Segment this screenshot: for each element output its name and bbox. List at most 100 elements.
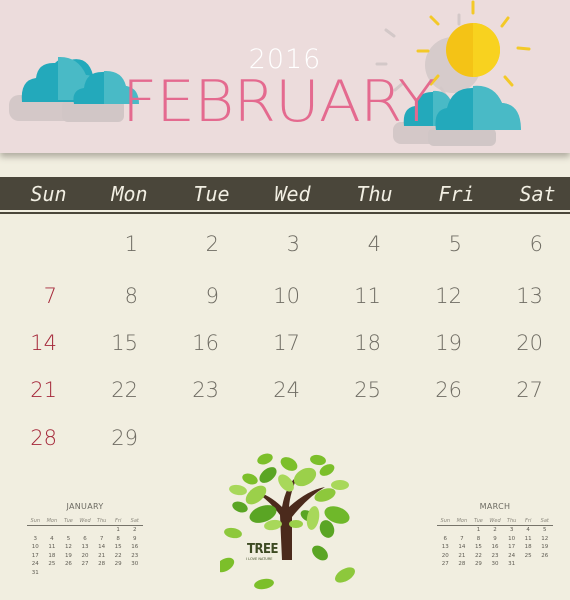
mini-week-row: 17 18 19 20 21 22 23	[27, 552, 143, 561]
mini-day-cell: 19	[64, 552, 72, 559]
mini-day-cell: 17	[31, 552, 39, 559]
mini-day-cell: 15	[114, 544, 122, 550]
day-cell[interactable]: 8	[88, 284, 138, 308]
weekday-label-fri: Fri	[438, 182, 475, 206]
tree-icon	[220, 453, 355, 590]
mini-day-cell: 28	[98, 561, 106, 567]
mini-day-cell	[437, 526, 454, 535]
mini-day-cell: 1	[476, 527, 481, 533]
day-cell[interactable]: 27	[493, 378, 543, 402]
mini-day-cell: 25	[48, 561, 56, 567]
mini-day-cell: 23	[131, 552, 139, 559]
day-cell[interactable]: 9	[169, 284, 219, 308]
day-cell[interactable]: 28	[7, 426, 57, 450]
mini-day-cell: 18	[48, 552, 56, 559]
mini-day-cell: 5	[66, 535, 71, 542]
day-cell[interactable]: 18	[331, 331, 381, 355]
mini-weekday-label: Thu	[96, 518, 107, 524]
day-cell[interactable]: 3	[250, 232, 300, 256]
mini-day-cell	[60, 526, 77, 535]
day-cell[interactable]: 26	[412, 378, 462, 402]
mini-weekday-label: Fri	[115, 518, 122, 524]
day-cell[interactable]: 5	[412, 232, 462, 256]
day-cell[interactable]: 16	[169, 331, 219, 355]
header-banner: 2016 FEBRUARY	[0, 0, 570, 153]
tree-subtitle: I LOVE NATURE	[246, 557, 273, 561]
mini-day-cell	[44, 526, 61, 535]
day-cell[interactable]: 21	[7, 378, 57, 402]
mini-day-cell: 25	[524, 552, 532, 559]
mini-day-cell: 8	[476, 535, 481, 542]
mini-day-cell: 26	[64, 561, 72, 567]
mini-day-cell: 31	[508, 561, 516, 567]
weekday-label-thu: Thu	[356, 182, 393, 206]
mini-day-cell: 10	[508, 535, 516, 542]
mini-calendar-title: MARCH	[479, 502, 511, 511]
mini-week-row: 12	[27, 526, 143, 535]
mini-weekday-label: Thu	[506, 518, 517, 524]
day-cell[interactable]: 10	[250, 284, 300, 308]
mini-day-cell: 19	[541, 544, 549, 550]
day-cell[interactable]: 24	[250, 378, 300, 402]
day-cell[interactable]: 22	[88, 378, 138, 402]
day-cell[interactable]: 20	[493, 331, 543, 355]
mini-day-cell: 13	[441, 544, 449, 550]
mini-day-cell	[93, 569, 110, 578]
mini-week-row: 10 11 12 13 14 15 16	[27, 543, 143, 552]
mini-day-cell	[520, 560, 537, 569]
mini-day-cell: 16	[491, 544, 499, 550]
mini-day-cell: 29	[474, 561, 482, 567]
mini-weekday-label: Tue	[474, 518, 483, 524]
day-cell[interactable]: 14	[7, 331, 57, 355]
mini-day-cell: 24	[31, 561, 39, 567]
day-cell[interactable]: 2	[169, 232, 219, 256]
day-cell[interactable]: 25	[331, 378, 381, 402]
mini-day-cell: 26	[541, 552, 549, 559]
day-cell[interactable]: 6	[493, 232, 543, 256]
day-cell[interactable]: 11	[331, 284, 381, 308]
mini-weekday-label: Tue	[64, 518, 73, 524]
mini-calendar-weekdays: Sun Mon Tue Wed Thu Fri Sat	[27, 518, 143, 526]
mini-day-cell: 24	[508, 552, 516, 559]
mini-day-cell: 9	[133, 535, 137, 542]
mini-day-cell	[126, 569, 143, 578]
mini-calendar-march: MARCH Sun Mon Tue Wed Thu Fri Sat 1 2 3 4 5 6 7 8 9 10 1…	[437, 502, 553, 569]
mini-day-cell: 29	[114, 561, 122, 567]
mini-day-cell: 6	[443, 535, 448, 542]
mini-day-cell: 21	[458, 552, 466, 559]
mini-week-row: 27 28 29 30 31	[437, 560, 553, 569]
day-cell[interactable]: 23	[169, 378, 219, 402]
day-cell[interactable]: 4	[331, 232, 381, 256]
mini-weekday-label: Wed	[489, 518, 501, 524]
mini-weekday-label: Sat	[130, 518, 139, 524]
mini-day-cell: 10	[31, 544, 39, 550]
mini-day-cell: 3	[33, 535, 38, 542]
day-cell[interactable]: 19	[412, 331, 462, 355]
day-cell[interactable]: 15	[88, 331, 138, 355]
mini-weekday-label: Mon	[456, 518, 468, 524]
day-cell[interactable]: 13	[493, 284, 543, 308]
mini-week-row: 31	[27, 569, 143, 578]
mini-day-cell: 4	[50, 535, 54, 542]
mini-day-cell: 21	[98, 552, 106, 559]
weekday-label-mon: Mon	[111, 182, 148, 206]
mini-day-cell	[77, 569, 94, 578]
day-cell[interactable]: 7	[7, 284, 57, 308]
mini-week-row: 3 4 5 6 7 8 9	[27, 535, 143, 544]
mini-day-cell: 7	[460, 535, 464, 542]
day-cell[interactable]: 1	[88, 232, 138, 256]
mini-day-cell: 16	[131, 544, 139, 550]
mini-day-cell: 3	[509, 527, 514, 533]
day-cell[interactable]: 17	[250, 331, 300, 355]
day-cell[interactable]: 29	[88, 426, 138, 450]
mini-week-row: 20 21 22 23 24 25 26	[437, 552, 553, 561]
mini-day-cell: 22	[114, 552, 122, 559]
mini-day-cell: 4	[526, 527, 530, 533]
weekday-label-sun: Sun	[30, 182, 67, 206]
day-cell[interactable]: 12	[412, 284, 462, 308]
mini-day-cell: 6	[83, 535, 87, 542]
mini-day-cell: 12	[64, 544, 72, 550]
mini-day-cell: 20	[81, 552, 89, 559]
mini-weekday-label: Mon	[46, 518, 58, 524]
mini-day-cell: 13	[81, 544, 89, 550]
